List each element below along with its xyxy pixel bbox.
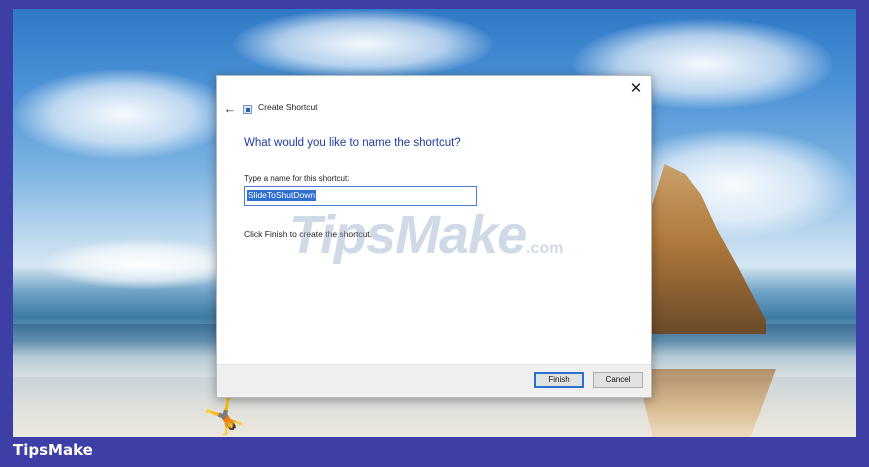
cloud	[43, 239, 243, 289]
cloud	[13, 69, 233, 159]
selected-text: SlideToShutDown	[247, 190, 317, 201]
cloud	[233, 9, 493, 79]
watermark-main: TipsMake	[289, 205, 527, 265]
back-arrow-icon[interactable]: ←	[222, 101, 238, 117]
person-silhouette: 🤸	[203, 398, 246, 436]
create-shortcut-dialog: ✕ ← Create Shortcut What would you like …	[216, 75, 652, 398]
watermark-suffix: .com	[526, 240, 564, 257]
shortcut-icon	[243, 105, 252, 114]
dialog-heading: What would you like to name the shortcut…	[244, 137, 461, 149]
watermark-logo: TipsMake.com	[289, 204, 563, 266]
brand-label: TipsMake	[13, 441, 93, 459]
shortcut-name-input[interactable]: SlideToShutDown	[244, 186, 477, 206]
finish-button[interactable]: Finish	[534, 372, 584, 388]
close-icon[interactable]: ✕	[625, 79, 647, 99]
dialog-title: Create Shortcut	[258, 102, 318, 112]
name-field-label: Type a name for this shortcut:	[244, 174, 350, 183]
dialog-footer: Finish Cancel	[217, 364, 651, 397]
cancel-button[interactable]: Cancel	[593, 372, 643, 388]
